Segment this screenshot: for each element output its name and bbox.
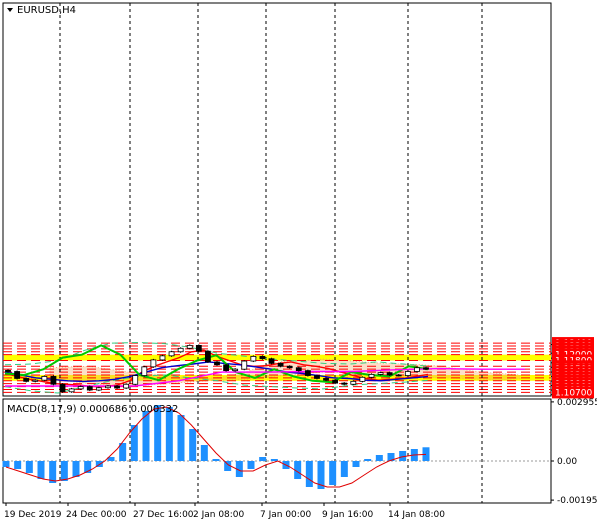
- chart-window: 1.123501.120501.118801.117201.115651.114…: [0, 0, 597, 526]
- candle-body: [205, 350, 211, 363]
- candle-body: [123, 383, 130, 389]
- candle-body: [323, 378, 329, 381]
- candle-body: [68, 388, 75, 393]
- candle-body: [241, 360, 248, 370]
- macd-bar: [247, 461, 255, 469]
- macd-bar: [72, 461, 80, 477]
- macd-bar: [212, 459, 220, 461]
- candle-body: [214, 361, 220, 366]
- level-price-label: 1.10700: [555, 388, 592, 398]
- candle-body: [195, 344, 202, 352]
- x-tick-label: 2 Jan 08:00: [193, 510, 245, 520]
- macd-bar: [177, 415, 185, 461]
- candle-body: [159, 355, 166, 361]
- candle-body: [5, 369, 11, 372]
- candle-body: [232, 368, 239, 372]
- x-tick-label: 19 Dec 2019: [4, 510, 62, 520]
- macd-bar: [364, 459, 372, 461]
- candle-body: [223, 364, 229, 372]
- candle-body: [368, 373, 375, 378]
- candle-body: [41, 376, 48, 381]
- x-tick-label: 9 Jan 16:00: [322, 510, 374, 520]
- candle-body: [50, 376, 57, 385]
- candle-body: [286, 365, 293, 369]
- price-panel: [2, 2, 552, 397]
- macd-y-tick-label: -0.001955: [557, 496, 597, 506]
- candle-body: [132, 375, 139, 385]
- x-tick-label: 27 Dec 16:00: [133, 510, 194, 520]
- candle-body: [386, 372, 393, 376]
- candle-body: [423, 367, 429, 370]
- macd-y-tick-label: 0.00: [557, 457, 577, 467]
- candle-body: [59, 383, 66, 393]
- candle-body: [250, 356, 257, 362]
- macd-bar: [165, 407, 173, 461]
- macd-bar: [305, 461, 313, 487]
- macd-bar: [259, 457, 267, 461]
- x-tick-label: 14 Jan 08:00: [388, 510, 445, 520]
- candle-body: [86, 386, 93, 391]
- candle-body: [95, 387, 102, 391]
- candle-body: [414, 367, 420, 372]
- candle-body: [268, 358, 275, 364]
- candle-body: [377, 372, 384, 375]
- candle-body: [77, 386, 84, 390]
- x-tick-label: 24 Dec 00:00: [66, 510, 127, 520]
- macd-bar: [142, 411, 150, 461]
- macd-y-tick-label: 0.002955: [557, 398, 597, 408]
- candle-body: [14, 371, 20, 379]
- candle-body: [141, 366, 148, 376]
- macd-bar: [375, 455, 383, 461]
- candle-body: [259, 356, 266, 360]
- macd-bar: [329, 461, 337, 485]
- macd-bar: [352, 461, 360, 467]
- candle-body: [177, 347, 184, 353]
- candle-body: [186, 344, 193, 349]
- candle-body: [168, 351, 175, 357]
- candle-body: [32, 379, 39, 382]
- macd-bar: [340, 461, 348, 477]
- chart-title: EURUSD,H4: [17, 5, 76, 16]
- candle-body: [395, 374, 402, 377]
- candle-body: [304, 370, 311, 376]
- support-resistance-zone: [4, 354, 551, 361]
- candle-body: [150, 359, 157, 368]
- candle-body: [23, 378, 30, 382]
- candle-body: [341, 382, 348, 385]
- macd-bar: [189, 429, 197, 461]
- macd-bar: [37, 461, 45, 479]
- macd-bar: [14, 461, 22, 469]
- chart-canvas: 1.123501.120501.118801.117201.115651.114…: [2, 2, 597, 520]
- macd-bar: [270, 459, 278, 461]
- candle-body: [332, 379, 339, 384]
- macd-bar: [200, 445, 208, 461]
- candle-body: [359, 376, 366, 382]
- candle-body: [404, 371, 411, 376]
- macd-bar: [60, 461, 68, 481]
- candle-body: [105, 385, 111, 389]
- x-tick-label: 7 Jan 00:00: [260, 510, 312, 520]
- candle-body: [277, 362, 284, 367]
- macd-title: MACD(8,17,9) 0.000686 0.000332: [7, 404, 178, 415]
- candle-body: [314, 375, 320, 379]
- macd-bar: [2, 461, 10, 467]
- candle-body: [114, 385, 120, 389]
- candle-body: [295, 367, 302, 372]
- macd-bar: [25, 461, 33, 473]
- candle-body: [350, 380, 357, 385]
